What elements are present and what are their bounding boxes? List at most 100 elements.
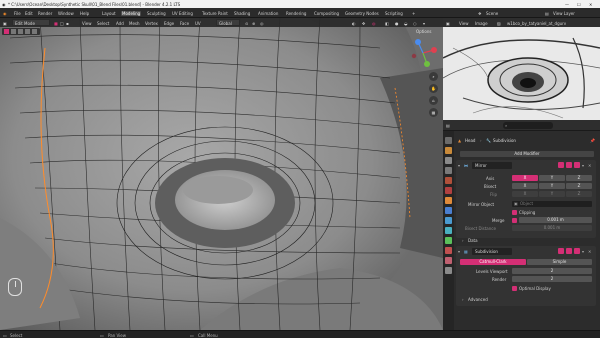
subdivision-close-icon[interactable]: ✕ <box>588 249 591 254</box>
menu-add[interactable]: Add <box>116 21 124 26</box>
perspective-toggle-icon[interactable]: ▦ <box>429 108 438 117</box>
camera-view-icon[interactable]: ⌂ <box>429 96 438 105</box>
axis-z-toggle[interactable]: Z <box>566 175 592 181</box>
add-modifier-button[interactable]: Add Modifier <box>460 151 594 157</box>
advanced-chevron-icon[interactable]: › <box>462 297 464 302</box>
flip-x-toggle[interactable]: X <box>512 191 538 197</box>
render-levels-field[interactable]: 2 <box>512 276 592 282</box>
menu-mesh[interactable]: Mesh <box>129 21 140 26</box>
simple-toggle[interactable]: Simple <box>527 259 592 265</box>
optimal-display-checkbox[interactable] <box>512 286 517 291</box>
view-layer-tab-icon[interactable] <box>445 167 452 174</box>
advanced-subpanel-label[interactable]: Advanced <box>468 297 488 302</box>
data-tab-icon[interactable] <box>445 247 452 254</box>
flip-y-toggle[interactable]: Y <box>539 191 565 197</box>
shading-rendered-icon[interactable]: ○ <box>413 21 417 26</box>
view-layer-selector[interactable]: View Layer <box>553 11 575 16</box>
world-tab-icon[interactable] <box>445 187 452 194</box>
overlay-icon[interactable]: ◍ <box>372 21 376 26</box>
data-subpanel-label[interactable]: Data <box>468 238 478 243</box>
collapse-chevron-icon[interactable]: ▾ <box>458 163 460 168</box>
tab-compositing[interactable]: Compositing <box>314 11 339 16</box>
add-workspace-button[interactable]: + <box>412 11 415 16</box>
data-subpanel-chevron-icon[interactable]: › <box>462 238 464 243</box>
select-extend-icon[interactable] <box>11 29 16 34</box>
modifier-dropdown-icon[interactable]: ▾ <box>582 163 584 168</box>
pivot-icon[interactable]: ⊙ <box>245 21 248 26</box>
menu-edge[interactable]: Edge <box>164 21 174 26</box>
tab-rendering[interactable]: Rendering <box>286 11 306 16</box>
image-name-field[interactable]: w1bco_by_tatyaniel_at_dgurv <box>507 21 566 26</box>
image-browse-icon[interactable]: ▨ <box>497 21 501 26</box>
snap-icon[interactable]: ⊕ <box>252 21 255 26</box>
bisect-z-toggle[interactable]: Z <box>566 183 592 189</box>
modifier-tab-icon[interactable] <box>445 207 452 214</box>
menu-select[interactable]: Select <box>97 21 109 26</box>
subdivision-edit-mode-toggle-icon[interactable] <box>558 248 564 254</box>
minimize-button[interactable]: — <box>565 2 569 7</box>
merge-distance-field[interactable]: 0.001 m <box>519 217 592 223</box>
bisect-x-toggle[interactable]: X <box>512 183 538 189</box>
subdivision-collapse-chevron-icon[interactable]: ▾ <box>458 249 460 254</box>
particles-tab-icon[interactable] <box>445 217 452 224</box>
menu-uv[interactable]: UV <box>195 21 201 26</box>
axis-y-toggle[interactable]: Y <box>539 175 565 181</box>
select-invert-icon[interactable] <box>25 29 30 34</box>
subdivision-render-toggle-icon[interactable] <box>574 248 580 254</box>
menu-help[interactable]: Help <box>80 11 89 16</box>
close-button[interactable]: ✕ <box>589 2 592 7</box>
tool-tab-icon[interactable] <box>445 137 452 144</box>
tab-uv-editing[interactable]: UV Editing <box>172 11 193 16</box>
maximize-button[interactable]: ☐ <box>577 2 581 7</box>
gizmo-icon[interactable]: ✥ <box>362 21 365 26</box>
shading-solid-icon[interactable]: ● <box>395 21 399 26</box>
merge-checkbox[interactable] <box>512 218 517 223</box>
properties-editor-icon[interactable]: ▤ <box>446 123 450 128</box>
navigation-gizmo[interactable] <box>408 38 438 68</box>
zoom-icon[interactable]: ⌕ <box>429 72 438 81</box>
close-modifier-icon[interactable]: ✕ <box>588 163 591 168</box>
image-menu-image[interactable]: Image <box>475 21 488 26</box>
edit-mode-toggle-icon[interactable] <box>558 162 564 168</box>
tab-shading[interactable]: Shading <box>234 11 250 16</box>
menu-edit[interactable]: Edit <box>25 11 33 16</box>
xray-icon[interactable]: ◧ <box>385 21 389 26</box>
face-select-icon[interactable]: ▪ <box>66 21 69 26</box>
bisect-distance-field[interactable]: 0.001 m <box>512 225 592 231</box>
select-subtract-icon[interactable] <box>18 29 23 34</box>
image-menu-view[interactable]: View <box>459 21 469 26</box>
subdivision-viewport-toggle-icon[interactable] <box>566 248 572 254</box>
select-intersect-icon[interactable] <box>32 29 37 34</box>
proportional-edit-icon[interactable]: ◎ <box>260 21 264 26</box>
scene-selector[interactable]: Scene <box>486 11 498 16</box>
image-editor[interactable] <box>443 18 600 120</box>
select-new-icon[interactable] <box>4 29 9 34</box>
catmull-clark-toggle[interactable]: Catmull-Clark <box>460 259 526 265</box>
axis-x-toggle[interactable]: X <box>512 175 538 181</box>
render-tab-icon[interactable] <box>445 147 452 154</box>
shading-material-icon[interactable]: ◒ <box>404 21 408 26</box>
object-tab-icon[interactable] <box>445 197 452 204</box>
bisect-y-toggle[interactable]: Y <box>539 183 565 189</box>
tab-layout[interactable]: Layout <box>102 11 116 16</box>
tab-animation[interactable]: Animation <box>258 11 278 16</box>
editor-type-icon[interactable]: ▣ <box>3 21 7 26</box>
clipping-checkbox[interactable] <box>512 210 517 215</box>
tab-geometry-nodes[interactable]: Geometry Nodes <box>345 11 379 16</box>
menu-render[interactable]: Render <box>38 11 52 16</box>
tab-sculpting[interactable]: Sculpting <box>147 11 166 16</box>
pan-icon[interactable]: ✋ <box>429 84 438 93</box>
options-button[interactable]: Options <box>416 29 431 34</box>
menu-file[interactable]: File <box>14 11 21 16</box>
tab-scripting[interactable]: Scripting <box>385 11 403 16</box>
output-tab-icon[interactable] <box>445 157 452 164</box>
menu-view[interactable]: View <box>82 21 92 26</box>
constraints-tab-icon[interactable] <box>445 237 452 244</box>
physics-tab-icon[interactable] <box>445 227 452 234</box>
levels-viewport-field[interactable]: 2 <box>512 268 592 274</box>
image-editor-type-icon[interactable]: ▣ <box>446 21 450 26</box>
material-tab-icon[interactable] <box>445 257 452 264</box>
edge-select-icon[interactable]: □ <box>60 21 64 26</box>
tab-modeling[interactable]: Modeling <box>121 11 142 16</box>
pin-icon[interactable]: 📌 <box>590 138 595 143</box>
